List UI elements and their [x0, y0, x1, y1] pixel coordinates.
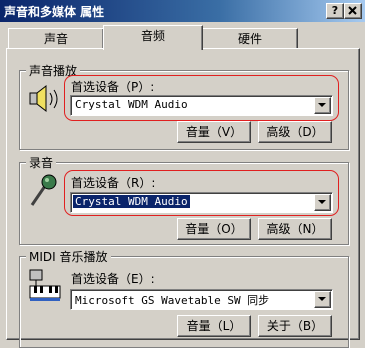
close-icon — [348, 6, 357, 15]
microphone-icon — [30, 174, 57, 206]
tab-audio[interactable]: 音频 — [103, 25, 203, 50]
recording-device-value: Crystal WDM Audio — [73, 195, 190, 208]
midi-device-label: 首选设备（E）: — [71, 272, 155, 286]
midi-volume-button[interactable]: 音量（L） — [177, 315, 251, 337]
chevron-down-icon[interactable] — [314, 291, 331, 308]
help-button[interactable]: ? — [326, 3, 344, 19]
midi-device-value: Microsoft GS Wavetable SW 同步 — [75, 294, 270, 307]
title-bar: 声音和多媒体 属性 ? — [0, 0, 365, 22]
playback-device-select[interactable]: Crystal WDM Audio — [70, 95, 333, 116]
playback-advanced-button[interactable]: 高级（D） — [258, 121, 332, 143]
tab-sounds[interactable]: 声音 — [8, 28, 104, 50]
chevron-down-icon[interactable] — [314, 97, 331, 114]
midi-legend: MIDI 音乐播放 — [26, 248, 111, 265]
playback-device-value: Crystal WDM Audio — [75, 98, 188, 111]
window-title: 声音和多媒体 属性 — [4, 5, 105, 19]
recording-volume-button[interactable]: 音量（O） — [177, 218, 251, 240]
midi-keyboard-icon — [29, 269, 61, 301]
recording-device-select[interactable]: Crystal WDM Audio — [70, 192, 333, 213]
tab-hardware[interactable]: 硬件 — [202, 28, 298, 50]
playback-device-label: 首选设备（P）: — [71, 80, 155, 94]
midi-device-select[interactable]: Microsoft GS Wavetable SW 同步 — [70, 289, 333, 310]
recording-device-label: 首选设备（R）: — [71, 176, 156, 190]
speaker-icon — [29, 84, 58, 113]
playback-volume-button[interactable]: 音量（V） — [177, 121, 251, 143]
recording-legend: 录音 — [26, 154, 57, 171]
midi-about-button[interactable]: 关于（B） — [258, 315, 332, 337]
recording-advanced-button[interactable]: 高级（N） — [258, 218, 332, 240]
close-button[interactable] — [344, 3, 362, 19]
chevron-down-icon[interactable] — [314, 194, 331, 211]
